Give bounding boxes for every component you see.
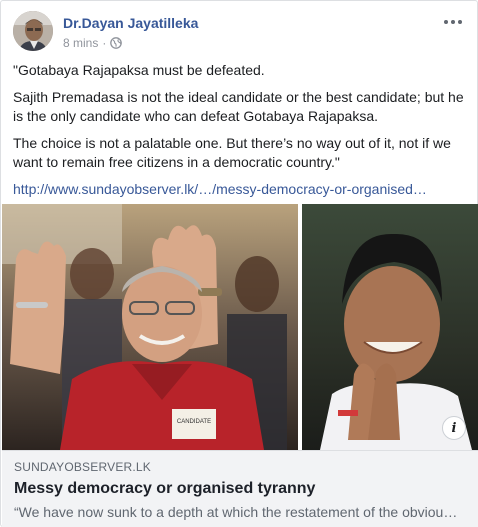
link-preview[interactable]: SUNDAYOBSERVER.LK Messy democracy or org… bbox=[2, 450, 478, 527]
post-link[interactable]: http://www.sundayobserver.lk/…/messy-dem… bbox=[13, 180, 453, 199]
post-time[interactable]: 8 mins bbox=[63, 36, 98, 50]
avatar-image bbox=[13, 11, 53, 51]
preview-photo: CANDIDATE bbox=[2, 204, 478, 450]
more-dot bbox=[458, 20, 462, 24]
candidate-badge: CANDIDATE bbox=[177, 419, 211, 425]
avatar[interactable] bbox=[13, 11, 53, 51]
post-header: Dr.Dayan Jayatilleka 8 mins · bbox=[13, 11, 469, 55]
globe-icon[interactable] bbox=[110, 37, 123, 49]
post-paragraph: "Gotabaya Rajapaksa must be defeated. bbox=[13, 62, 265, 78]
more-dot bbox=[451, 20, 455, 24]
link-domain: SUNDAYOBSERVER.LK bbox=[14, 460, 151, 474]
post-card: Dr.Dayan Jayatilleka 8 mins · "Gotabaya … bbox=[0, 0, 478, 527]
link-title[interactable]: Messy democracy or organised tyranny bbox=[14, 479, 466, 499]
link-preview-image[interactable]: CANDIDATE i bbox=[2, 204, 478, 450]
more-dot bbox=[444, 20, 448, 24]
post-paragraph: The choice is not a palatable one. But t… bbox=[13, 135, 451, 170]
more-options-icon[interactable] bbox=[441, 13, 465, 31]
author-name[interactable]: Dr.Dayan Jayatilleka bbox=[63, 15, 198, 31]
info-icon[interactable]: i bbox=[442, 416, 466, 440]
post-meta: 8 mins · bbox=[63, 36, 123, 50]
link-description: “We have now sunk to a depth at which th… bbox=[14, 504, 458, 520]
post-text: "Gotabaya Rajapaksa must be defeated. Sa… bbox=[13, 61, 465, 199]
meta-separator: · bbox=[102, 36, 107, 50]
post-paragraph: Sajith Premadasa is not the ideal candid… bbox=[13, 89, 464, 124]
